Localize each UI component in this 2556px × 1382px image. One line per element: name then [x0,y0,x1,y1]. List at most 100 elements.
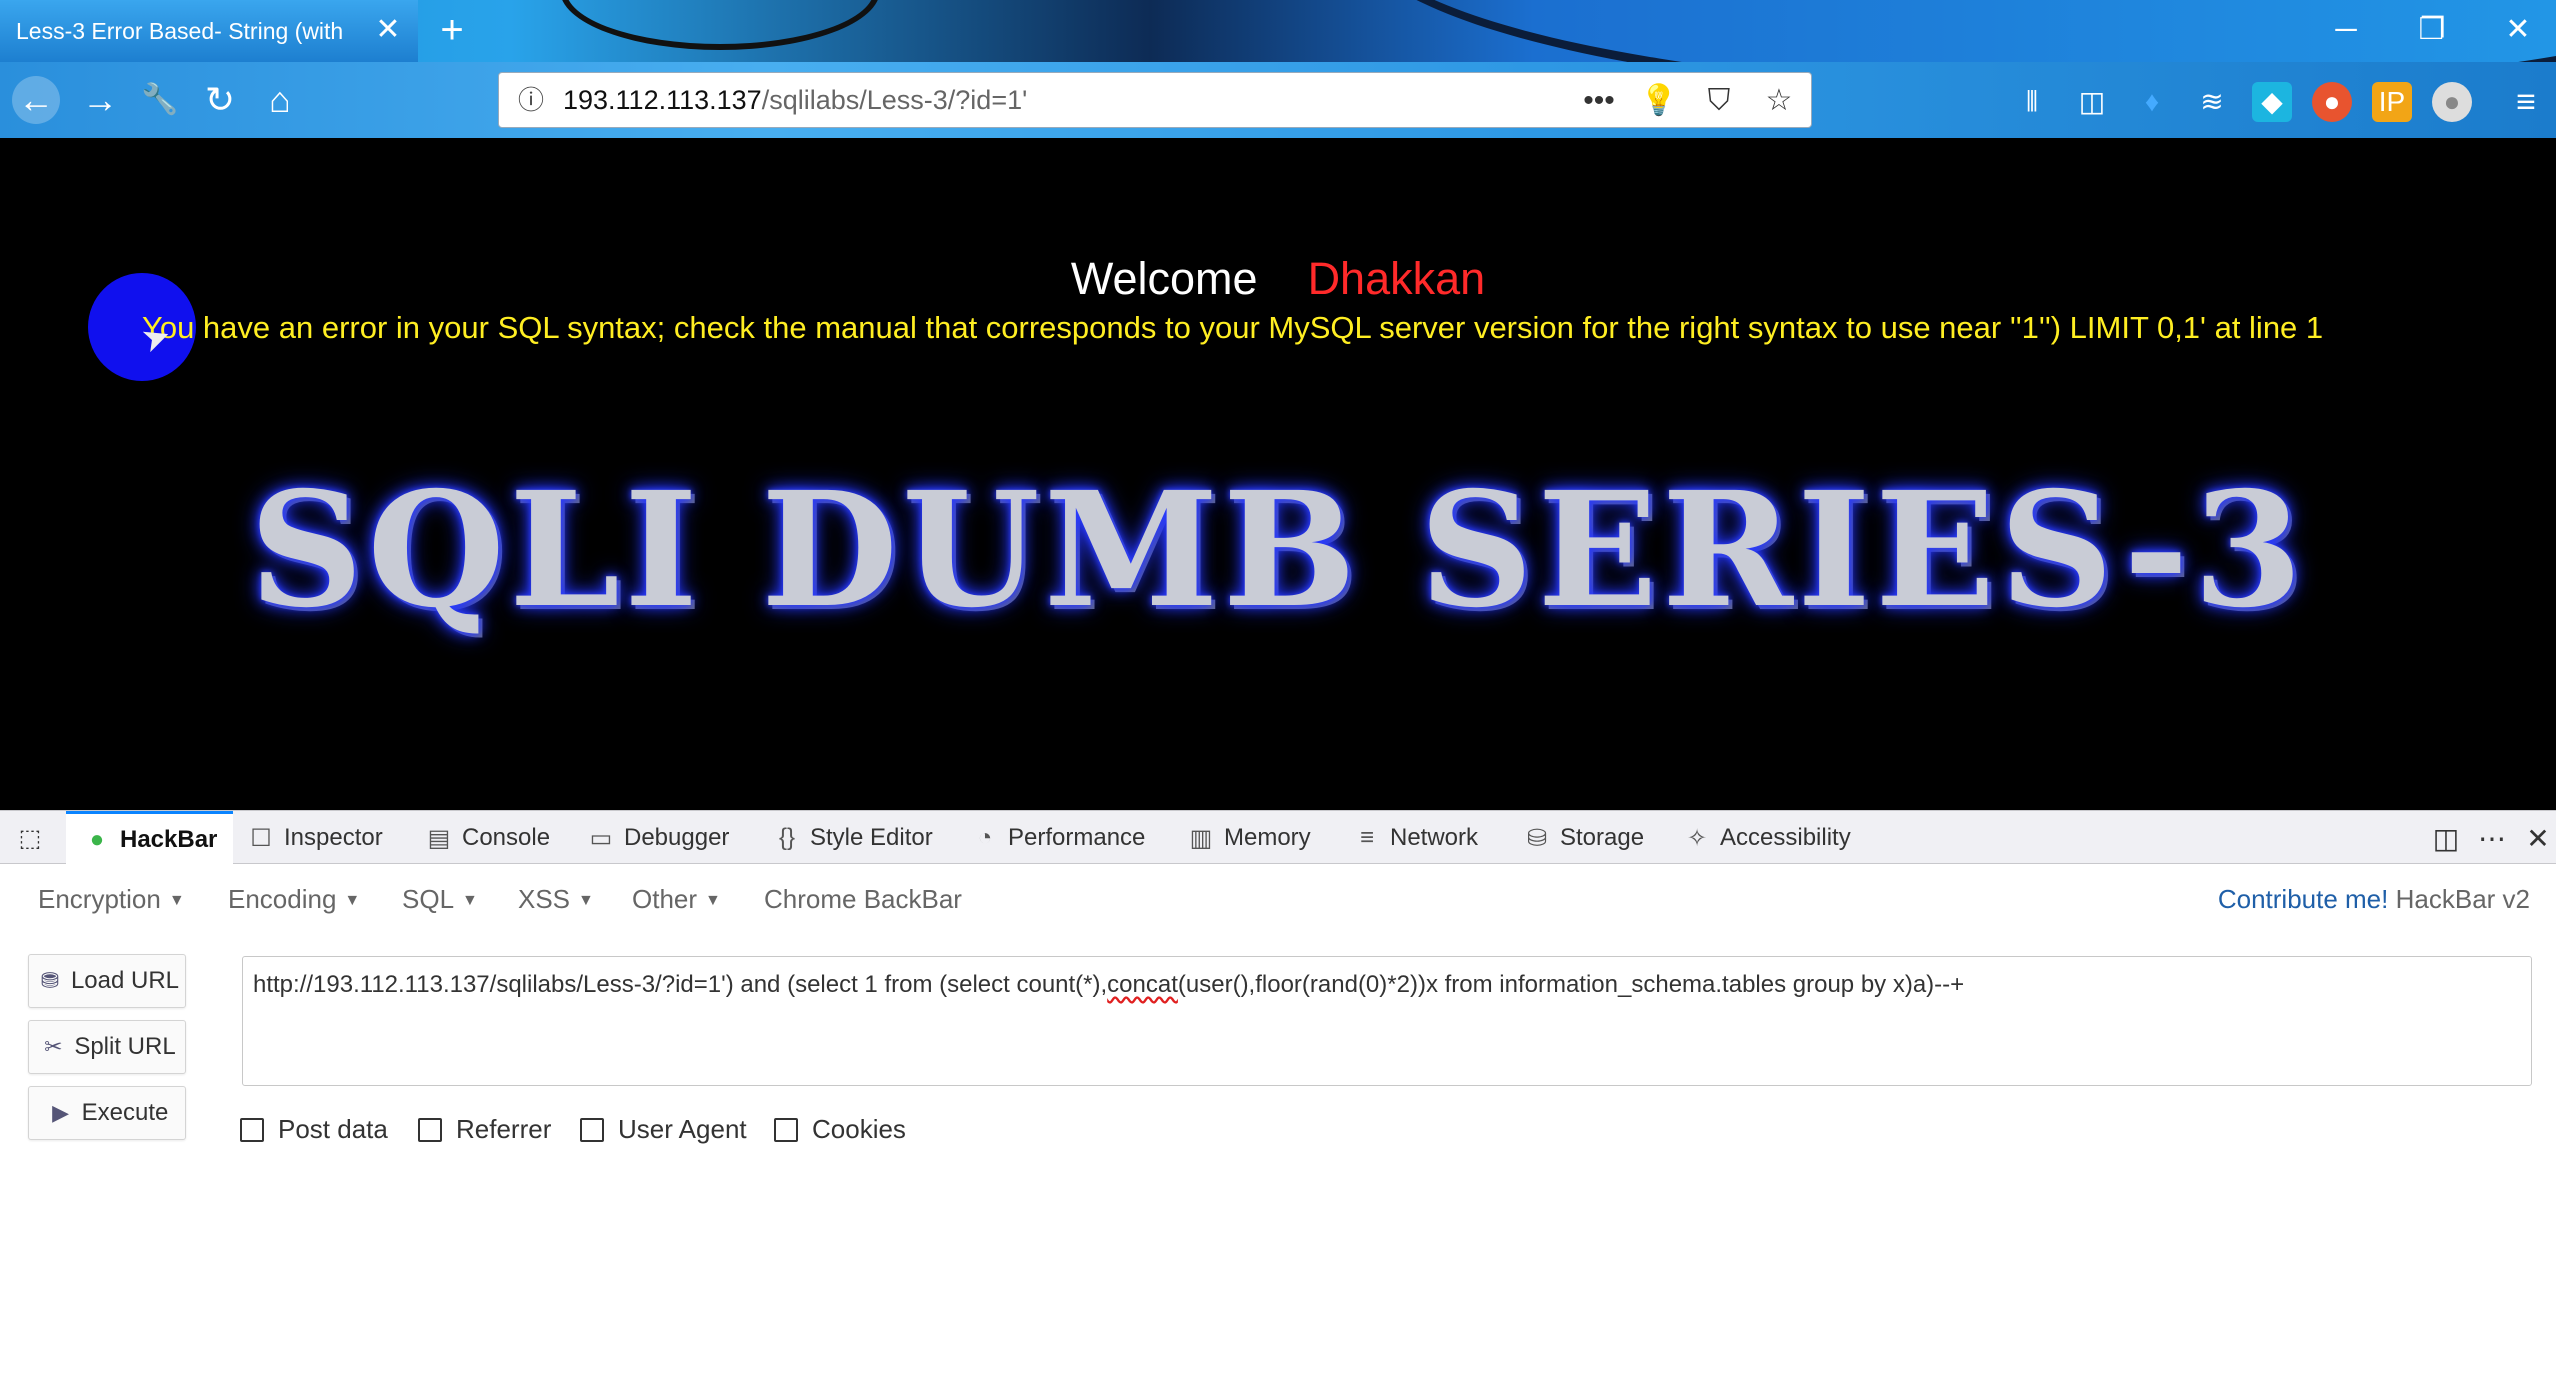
address-bar[interactable]: ⓘ 193.112.113.137/sqlilabs/Less-3/?id=1'… [498,72,1812,128]
close-tab-icon[interactable]: ✕ [372,14,404,46]
style-editor-icon: {} [778,824,796,851]
cookies-checkbox[interactable]: Cookies [774,1114,906,1145]
execute-button[interactable]: ▶ Execute [28,1086,186,1140]
menu-other[interactable]: Other ▼ [632,884,721,915]
tab-label: Storage [1560,824,1645,851]
menu-sql[interactable]: SQL ▼ [402,884,478,915]
tab-title: Less-3 Error Based- String (with [16,17,344,44]
checkbox-box[interactable] [774,1117,798,1142]
inspector-icon: ☐ [250,824,272,852]
load-url-button[interactable]: ⛃ Load URL [28,954,186,1008]
checkbox-label: Cookies [812,1114,906,1144]
url-path: /sqlilabs/Less-3/?id=1' [761,84,1028,115]
navigation-toolbar: ← → 🔧 ↻ ⌂ ⓘ 193.112.113.137/sqlilabs/Les… [0,62,2556,138]
site-info-icon[interactable]: ⓘ [511,80,551,120]
tab-storage[interactable]: ⛁ Storage [1522,811,1644,865]
hackbar-credits: Contribute me! HackBar v2 [2218,884,2530,915]
menu-icon[interactable]: ≡ [2506,82,2546,122]
extension-pin-icon[interactable]: ♦ [2132,82,2172,122]
caret-down-icon: ▼ [705,892,721,910]
tab-debugger[interactable]: ▭ Debugger [586,811,730,865]
checkbox-box[interactable] [240,1117,264,1142]
url-host: 193.112.113.137 [563,84,762,115]
element-picker-icon[interactable]: ⬚ [14,823,46,855]
checkbox-box[interactable] [418,1117,442,1142]
pocket-icon[interactable]: ⛉ [1699,79,1739,123]
close-window-button[interactable]: ✕ [2494,8,2542,52]
theme-decoration [1350,0,2556,62]
close-devtools-icon[interactable]: ✕ [2520,821,2556,857]
contribute-link[interactable]: Contribute me! [2218,884,2389,914]
new-tab-button[interactable]: + [432,10,472,50]
menu-encoding[interactable]: Encoding ▼ [228,884,360,915]
tab-memory[interactable]: ▥ Memory [1186,811,1311,865]
welcome-name: Dhakkan [1307,253,1486,304]
menu-label: Encoding [228,884,337,914]
debugger-icon: ▭ [589,824,613,852]
url-text-part: http://193.112.113.137/sqlilabs/Less-3/?… [253,971,1108,998]
extension-red-icon[interactable]: ● [2312,82,2352,122]
scissors-icon: ✂ [44,1034,63,1059]
user-agent-checkbox[interactable]: User Agent [580,1114,747,1145]
tab-inspector[interactable]: ☐ Inspector [246,811,383,865]
bookmark-star-icon[interactable]: ☆ [1759,79,1799,123]
browser-tab-active[interactable]: Less-3 Error Based- String (with ✕ [0,0,418,62]
caret-down-icon: ▼ [462,892,478,910]
hackbar-panel: Encryption ▼ Encoding ▼ SQL ▼ XSS ▼ Other ▼ C… [0,864,2556,1382]
referrer-checkbox[interactable]: Referrer [418,1114,551,1145]
sql-error-message: You have an error in your SQL syntax; ch… [142,310,2324,345]
extension-gray-icon[interactable]: ● [2432,82,2472,122]
tab-label: Debugger [624,824,730,851]
devtools-toolbar: ⬚ ● HackBar ☐ Inspector ▤ Console ▭ Debu… [0,810,2556,865]
tab-label: Accessibility [1720,824,1851,851]
checkbox-label: Referrer [456,1114,552,1144]
button-label: Execute [81,1099,169,1126]
tab-label: Style Editor [810,824,933,851]
tab-label: Inspector [284,824,383,851]
post-data-checkbox[interactable]: Post data [240,1114,388,1145]
dock-side-icon[interactable]: ◫ [2428,821,2464,857]
menu-xss[interactable]: XSS ▼ [518,884,594,915]
restore-button[interactable]: ❐ [2408,8,2456,52]
chrome-backbar-link[interactable]: Chrome BackBar [764,884,962,915]
wrench-icon[interactable]: 🔧 [136,76,184,124]
extension-blue-icon[interactable]: ◆ [2252,82,2292,122]
library-icon[interactable]: ⫴ [2012,82,2052,122]
tab-label: Console [462,824,551,851]
page-actions-icon[interactable]: ••• [1579,79,1619,123]
title-bar: Less-3 Error Based- String (with ✕ + ─ ❐… [0,0,2556,62]
tab-label: Memory [1224,824,1311,851]
button-label: Split URL [74,1033,176,1060]
sidebar-icon[interactable]: ◫ [2072,82,2112,122]
welcome-word: Welcome [1070,253,1258,304]
devtools-menu-icon[interactable]: ⋯ [2474,821,2510,857]
reload-icon[interactable]: ↻ [196,76,244,124]
caret-down-icon: ▼ [168,892,185,910]
lightbulb-icon[interactable]: 💡 [1639,79,1679,123]
extension-layers-icon[interactable]: ≋ [2192,82,2232,122]
minimize-button[interactable]: ─ [2322,8,2370,52]
accessibility-icon: ✧ [1686,824,1708,852]
web-page: Welcome Dhakkan You have an error in your… [0,138,2556,810]
tab-console[interactable]: ▤ Console [424,811,550,865]
menu-encryption[interactable]: Encryption ▼ [38,884,185,915]
series-banner: SQLI DUMB SERIES-3 [249,458,2307,643]
tab-hackbar[interactable]: ● HackBar [66,811,234,865]
checkbox-box[interactable] [580,1117,604,1142]
url-textarea[interactable]: http://193.112.113.137/sqlilabs/Less-3/?… [242,956,2532,1086]
ip-extension-icon[interactable]: IP [2372,82,2412,122]
home-icon[interactable]: ⌂ [256,76,304,124]
tab-network[interactable]: ≡ Network [1352,811,1478,865]
tab-performance[interactable]: ◔ Performance [970,811,1146,865]
url-text-spellcheck: concat [1107,971,1178,998]
menu-label: XSS [518,884,571,914]
caret-down-icon: ▼ [344,892,361,910]
back-arrow-icon[interactable]: ← [12,76,60,124]
forward-arrow-icon[interactable]: → [76,76,124,124]
tab-accessibility[interactable]: ✧ Accessibility [1682,811,1851,865]
tab-label: Performance [1008,824,1146,851]
split-url-button[interactable]: ✂ Split URL [28,1020,186,1074]
menu-label: Encryption [38,884,161,914]
play-icon: ▶ [52,1100,70,1125]
tab-style-editor[interactable]: {} Style Editor [772,811,933,865]
